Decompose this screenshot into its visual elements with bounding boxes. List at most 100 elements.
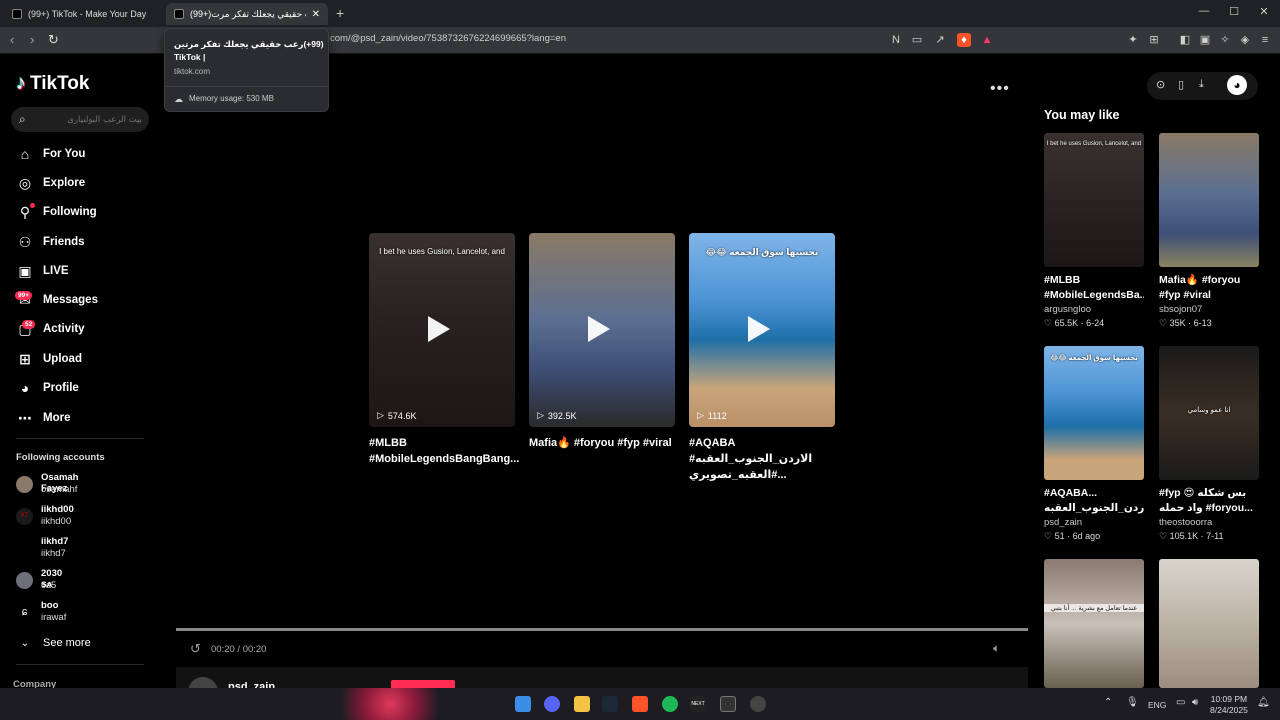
video-thumbnail[interactable]: I bet he uses Gusion, Lancelot, and — [1044, 133, 1144, 267]
download-icon[interactable]: ⤓ — [1199, 78, 1204, 91]
tiktok-logo[interactable]: ♪ TikTok — [16, 72, 89, 95]
suggested-video-card[interactable]: I bet he uses Gusion, Lancelot, and #MLB… — [1044, 133, 1144, 329]
video-author[interactable]: psd_zain — [1044, 517, 1144, 528]
notification-bell-icon[interactable]: 🔔︎ — [1257, 697, 1270, 708]
see-more-label: See more — [43, 637, 91, 649]
video-card[interactable]: I bet he uses Gusion, Lancelot, and ▷ 574… — [369, 233, 519, 467]
nav-for-you[interactable]: ⌂ For You — [16, 143, 86, 165]
vpn-icon[interactable]: ◈ — [1238, 33, 1252, 47]
video-author[interactable]: sbsojon07 — [1159, 304, 1259, 315]
cast-icon[interactable]: ▭ — [910, 33, 924, 47]
suggested-video-card[interactable]: Mafia🔥 #foryou #fyp #viral sbsojon07 ♡ 3… — [1159, 133, 1259, 329]
user-avatar-icon[interactable]: ◕ — [1227, 75, 1247, 95]
video-thumbnail[interactable]: 😂😂 تحسبها سوق الجمعه — [1044, 346, 1144, 480]
language-indicator[interactable]: ENG — [1148, 700, 1166, 710]
maximize-button[interactable]: ☐ — [1220, 5, 1248, 18]
video-thumbnail[interactable]: 😂😂 تحسبها سوق الجمعه ▷ 1112 — [689, 233, 835, 427]
minimize-button[interactable]: — — [1190, 5, 1218, 17]
steam-icon[interactable] — [602, 696, 618, 712]
nav-explore[interactable]: ◎ Explore — [16, 172, 85, 194]
nav-following[interactable]: ⚲ Following — [16, 201, 97, 223]
extensions-icon[interactable]: ✦ — [1126, 33, 1140, 47]
network-icon[interactable]: ▭ — [1176, 697, 1185, 708]
video-thumbnail[interactable]: ▷ 392.5K — [529, 233, 675, 427]
suggested-video-card[interactable]: 😂😂 تحسبها سوق الجمعه #AQABA... الاردن_ال… — [1044, 346, 1144, 542]
brave-rewards-icon[interactable]: ▲ — [980, 33, 994, 47]
autoscroll-icon[interactable]: ⊙ — [1156, 78, 1165, 91]
url-field[interactable]: com/@psd_zain/video/7538732676224699665?… — [330, 33, 566, 44]
video-thumbnail[interactable] — [1159, 133, 1259, 267]
nav-live[interactable]: ▣ LIVE — [16, 260, 69, 282]
video-author[interactable]: theostooorra — [1159, 517, 1259, 528]
video-caption[interactable]: Mafia🔥 #foryou #fyp #viral — [529, 435, 675, 451]
app-icon[interactable] — [750, 696, 766, 712]
discord-icon[interactable] — [544, 696, 560, 712]
close-tab-icon[interactable]: ✕ — [312, 9, 320, 20]
nav-upload[interactable]: ⊞ Upload — [16, 348, 82, 370]
suggested-video-card[interactable] — [1159, 559, 1259, 688]
author-strip — [176, 667, 1028, 688]
avatar — [16, 540, 33, 557]
browser-tab-tiktok[interactable]: (99+) TikTok - Make Your Day — [4, 3, 164, 25]
next-app-icon[interactable]: NEXT — [690, 696, 706, 712]
new-tab-button[interactable]: + — [336, 5, 344, 21]
sidebar-toggle-icon[interactable]: ◧ — [1178, 33, 1192, 47]
suggested-video-card[interactable]: عندما تعامل مع بشرية ... أنا بتبي — [1044, 559, 1144, 688]
no-translate-icon[interactable]: N — [889, 33, 903, 47]
nav-label: LIVE — [43, 265, 69, 277]
wallet-icon[interactable]: ▣ — [1198, 33, 1212, 47]
video-caption[interactable]: #AQABA الاردن_الجنوب_العقبه# العقبه_تصوي… — [689, 435, 835, 483]
nav-label: Profile — [43, 382, 79, 394]
nav-friends[interactable]: ⚇ Friends — [16, 231, 85, 253]
nav-label: Explore — [43, 177, 86, 189]
thumbnail-overlay-text: I bet he uses Gusion, Lancelot, and — [1046, 141, 1142, 147]
back-icon[interactable]: ‹ — [10, 32, 14, 47]
search-box[interactable]: ⌕ — [11, 107, 149, 132]
replay-icon[interactable]: ↺ — [190, 641, 201, 657]
system-clock[interactable]: 10:09 PM 8/24/2025 — [1210, 694, 1248, 716]
video-meta: ♡ 51 · 6d ago — [1044, 531, 1101, 541]
brave-shield-icon[interactable]: ♦ — [957, 33, 971, 47]
video-author[interactable]: argusngloo — [1044, 304, 1144, 315]
close-window-button[interactable]: ✕ — [1250, 5, 1278, 18]
thumbnail-overlay-text: 😂😂 تحسبها سوق الجمعه — [705, 247, 819, 257]
search-icon: ⌕ — [19, 112, 26, 126]
forward-icon[interactable]: › — [30, 32, 34, 47]
heart-icon: ♡ — [1044, 531, 1053, 541]
messages-badge: 99+ — [15, 291, 33, 300]
video-caption[interactable]: #MLBB #MobileLegendsBangBang... — [369, 435, 519, 467]
nav-label: Upload — [43, 353, 82, 365]
search-input[interactable] — [37, 111, 142, 128]
video-card[interactable]: 😂😂 تحسبها سوق الجمعه ▷ 1112 #AQABA الاردن… — [689, 233, 835, 483]
mobile-icon[interactable]: ▯ — [1178, 78, 1184, 91]
tiktok-logo-icon: ♪ — [16, 72, 26, 94]
close-app-icon[interactable] — [720, 696, 736, 712]
nav-more[interactable]: ⋯ More — [16, 407, 70, 429]
start-icon[interactable] — [515, 696, 531, 712]
see-more-button[interactable]: ⌄ See more — [16, 632, 91, 654]
video-thumbnail[interactable]: انا عمو وسامي — [1159, 346, 1259, 480]
share-icon[interactable]: ↗ — [933, 33, 947, 47]
more-options-icon[interactable]: ••• — [990, 80, 1010, 98]
tab-groups-icon[interactable]: ⊞ — [1147, 33, 1161, 47]
spotify-icon[interactable] — [662, 696, 678, 712]
nav-profile[interactable]: ◕ Profile — [16, 377, 79, 399]
tooltip-memory: Memory usage: 530 MB — [189, 94, 274, 103]
menu-icon[interactable]: ≡ — [1258, 33, 1272, 47]
volume-icon[interactable]: 🔈︎ — [993, 641, 1000, 656]
video-progress-bar[interactable] — [176, 628, 1028, 631]
video-thumbnail[interactable] — [1159, 559, 1259, 688]
browser-tab-video[interactable]: (99+)رعب حقيقي يجعلك تفكر مرت... ✕ — [166, 3, 328, 25]
volume-icon[interactable]: 🔊︎ — [1192, 697, 1198, 708]
video-thumbnail[interactable]: I bet he uses Gusion, Lancelot, and ▷ 574… — [369, 233, 515, 427]
thumbnail-overlay-text: انا عمو وسامي — [1187, 407, 1231, 414]
reload-icon[interactable]: ↻ — [48, 32, 59, 48]
file-explorer-icon[interactable] — [574, 696, 590, 712]
video-thumbnail[interactable]: عندما تعامل مع بشرية ... أنا بتبي — [1044, 559, 1144, 688]
leo-ai-icon[interactable]: ✧ — [1218, 33, 1232, 47]
microphone-icon[interactable]: 🎙︎ — [1126, 697, 1139, 708]
tray-overflow-icon[interactable]: ⌃ — [1104, 697, 1112, 708]
brave-icon[interactable] — [632, 696, 648, 712]
suggested-video-card[interactable]: انا عمو وسامي #fyp 😍 بس شكله واد حمله #f… — [1159, 346, 1259, 542]
video-card[interactable]: ▷ 392.5K Mafia🔥 #foryou #fyp #viral — [529, 233, 675, 451]
